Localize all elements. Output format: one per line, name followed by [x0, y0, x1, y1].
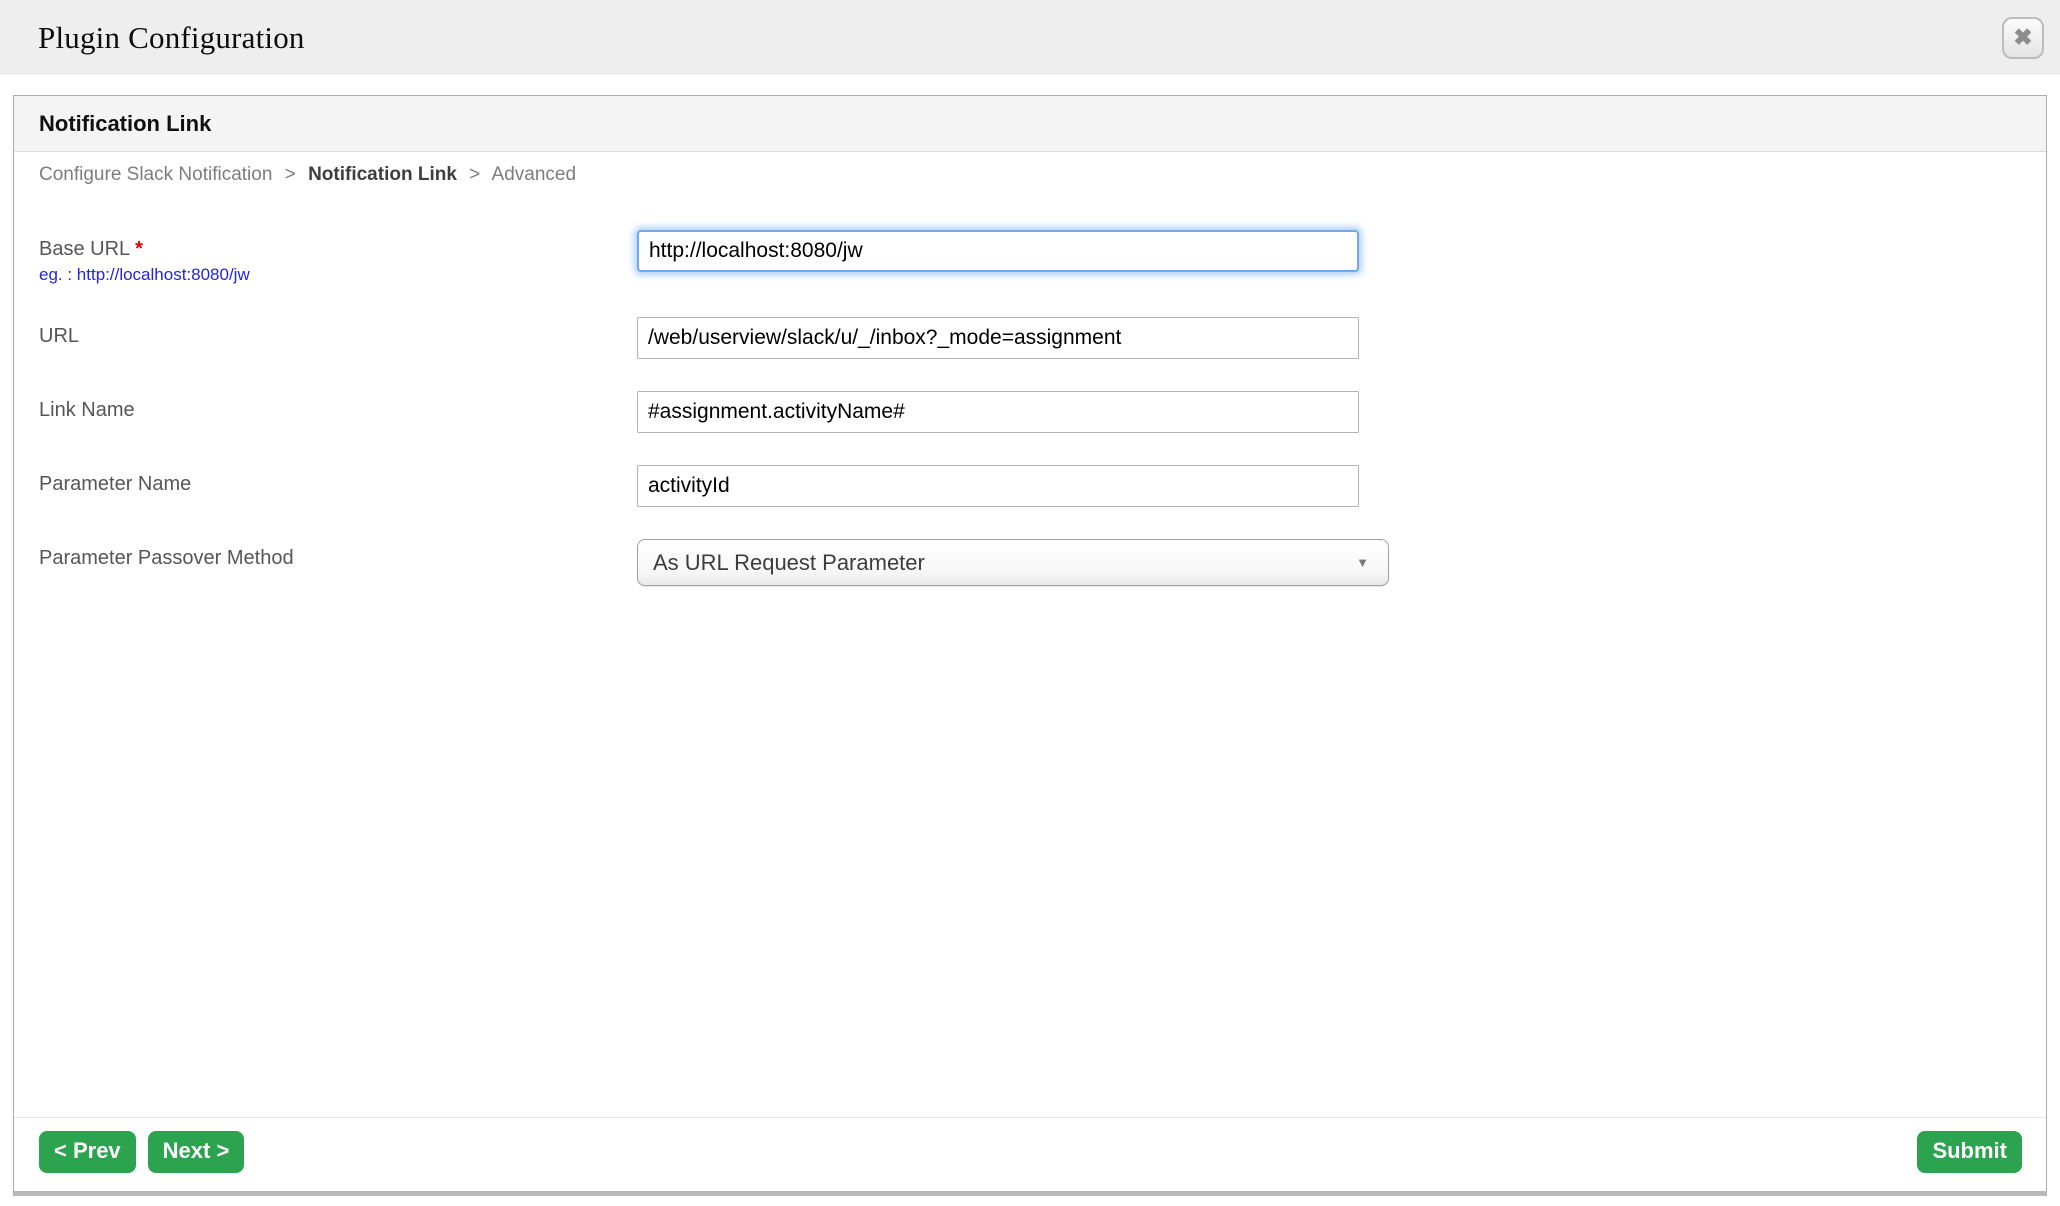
- panel-heading: Notification Link: [14, 96, 2046, 152]
- base-url-input[interactable]: [637, 230, 1359, 272]
- breadcrumb-step-notification-link: Notification Link: [308, 164, 457, 185]
- selected-option-label: As URL Request Parameter: [653, 550, 925, 576]
- prev-button[interactable]: < Prev: [39, 1131, 136, 1173]
- close-icon: ✖: [2013, 26, 2032, 49]
- parameter-passover-method-select[interactable]: As URL Request Parameter ▼: [637, 539, 1389, 586]
- field-row-parameter-name: Parameter Name: [39, 465, 2022, 507]
- link-name-label: Link Name: [39, 399, 637, 422]
- close-button[interactable]: ✖: [2002, 17, 2044, 59]
- submit-button[interactable]: Submit: [1917, 1131, 2022, 1173]
- field-row-link-name: Link Name: [39, 391, 2022, 433]
- base-url-label-group: Base URL* eg. : http://localhost:8080/jw: [39, 230, 637, 285]
- panel-footer: < Prev Next > Submit: [14, 1117, 2046, 1191]
- field-row-base-url: Base URL* eg. : http://localhost:8080/jw: [39, 230, 2022, 285]
- url-label: URL: [39, 325, 637, 348]
- breadcrumb-step-advanced: Advanced: [492, 164, 577, 185]
- link-name-input[interactable]: [637, 391, 1359, 433]
- panel-body: Configure Slack Notification > Notificat…: [14, 152, 2046, 1117]
- breadcrumb-separator: >: [285, 164, 296, 185]
- dialog-header: Plugin Configuration ✖: [0, 0, 2060, 75]
- next-button[interactable]: Next >: [148, 1131, 245, 1173]
- notification-link-panel: Notification Link Configure Slack Notifi…: [13, 95, 2047, 1196]
- field-row-parameter-passover-method: Parameter Passover Method As URL Request…: [39, 539, 2022, 586]
- parameter-name-input[interactable]: [637, 465, 1359, 507]
- chevron-down-icon: ▼: [1356, 555, 1369, 570]
- breadcrumb-step-configure: Configure Slack Notification: [39, 164, 272, 185]
- base-url-label: Base URL*: [39, 238, 637, 261]
- page-title: Plugin Configuration: [38, 20, 305, 56]
- field-row-url: URL: [39, 317, 2022, 359]
- breadcrumb: Configure Slack Notification > Notificat…: [39, 164, 2022, 186]
- wizard-nav-buttons: < Prev Next >: [39, 1131, 244, 1173]
- required-asterisk: *: [135, 238, 143, 260]
- base-url-hint: eg. : http://localhost:8080/jw: [39, 265, 637, 285]
- breadcrumb-separator: >: [469, 164, 480, 185]
- url-input[interactable]: [637, 317, 1359, 359]
- parameter-name-label: Parameter Name: [39, 473, 637, 496]
- parameter-passover-method-label: Parameter Passover Method: [39, 547, 637, 570]
